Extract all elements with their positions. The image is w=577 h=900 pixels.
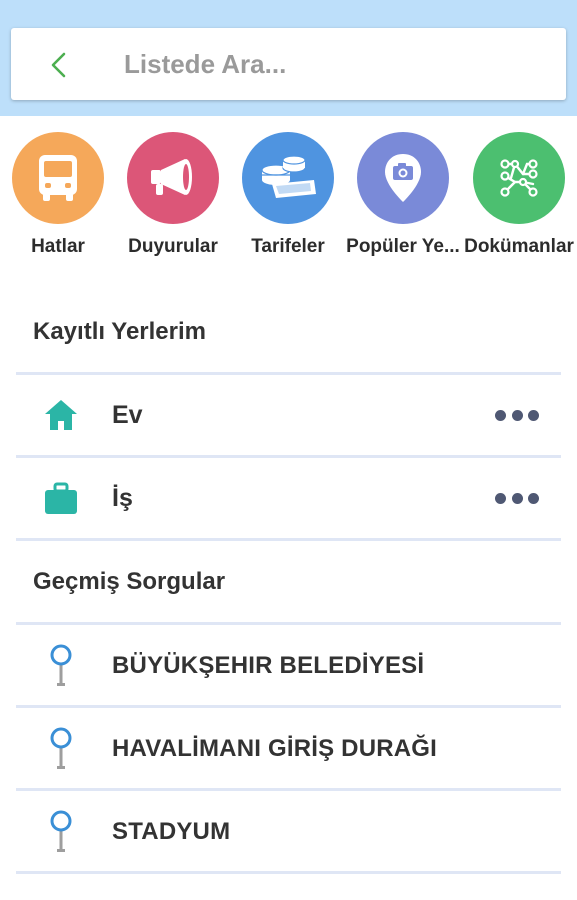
camera-pin-icon bbox=[385, 154, 421, 202]
saved-item-ev[interactable]: Ev bbox=[16, 375, 561, 455]
category-tarifeler[interactable]: Tarifeler bbox=[230, 132, 346, 258]
category-tarifeler-circle bbox=[242, 132, 334, 224]
back-arrow-icon[interactable] bbox=[47, 52, 71, 78]
megaphone-icon bbox=[151, 159, 192, 195]
saved-places-title: Kayıtlı Yerlerim bbox=[33, 318, 206, 345]
category-label: Tarifeler bbox=[251, 236, 325, 257]
more-options-icon[interactable] bbox=[495, 488, 539, 508]
category-label: Hatlar bbox=[31, 236, 85, 257]
history-item[interactable]: STADYUM bbox=[16, 791, 561, 871]
bus-stop-pin-icon bbox=[50, 727, 72, 769]
category-label: Popüler Ye... bbox=[346, 236, 460, 257]
money-icon bbox=[261, 156, 316, 198]
category-populer-yerler[interactable]: Popüler Ye... bbox=[345, 132, 461, 258]
history-title: Geçmiş Sorgular bbox=[33, 568, 226, 595]
category-hatlar[interactable]: Hatlar bbox=[0, 132, 116, 258]
history-item-label: HAVALİMANI GİRİŞ DURAĞI bbox=[112, 735, 438, 762]
category-row: Hatlar Duyurular Tarifeler Popüler Ye...… bbox=[0, 132, 577, 272]
category-label: Duyurular bbox=[128, 236, 218, 257]
divider bbox=[16, 538, 561, 541]
category-populer-circle bbox=[357, 132, 449, 224]
search-box[interactable] bbox=[11, 28, 566, 100]
bus-icon bbox=[39, 155, 77, 201]
category-duyurular-circle bbox=[127, 132, 219, 224]
history-item-label: STADYUM bbox=[112, 818, 231, 845]
top-bar bbox=[0, 0, 577, 116]
category-dokumanlar-circle bbox=[473, 132, 565, 224]
saved-item-label: İş bbox=[112, 484, 133, 512]
bus-stop-pin-icon bbox=[50, 644, 72, 686]
category-label: Dokümanlar bbox=[464, 236, 574, 257]
more-options-icon[interactable] bbox=[495, 405, 539, 425]
category-dokumanlar[interactable]: Dokümanlar bbox=[461, 132, 577, 258]
route-map-icon bbox=[500, 159, 538, 197]
saved-item-is[interactable]: İş bbox=[16, 458, 561, 538]
history-item[interactable]: BÜYÜKŞEHIR BELEDİYESİ bbox=[16, 625, 561, 705]
category-duyurular[interactable]: Duyurular bbox=[115, 132, 231, 258]
saved-item-label: Ev bbox=[112, 401, 143, 429]
briefcase-icon bbox=[45, 482, 77, 514]
home-icon bbox=[45, 400, 77, 430]
divider bbox=[16, 871, 561, 874]
category-hatlar-circle bbox=[12, 132, 104, 224]
history-item-label: BÜYÜKŞEHIR BELEDİYESİ bbox=[112, 652, 425, 679]
history-item[interactable]: HAVALİMANI GİRİŞ DURAĞI bbox=[16, 708, 561, 788]
bus-stop-pin-icon bbox=[50, 810, 72, 852]
search-input[interactable] bbox=[124, 40, 544, 88]
